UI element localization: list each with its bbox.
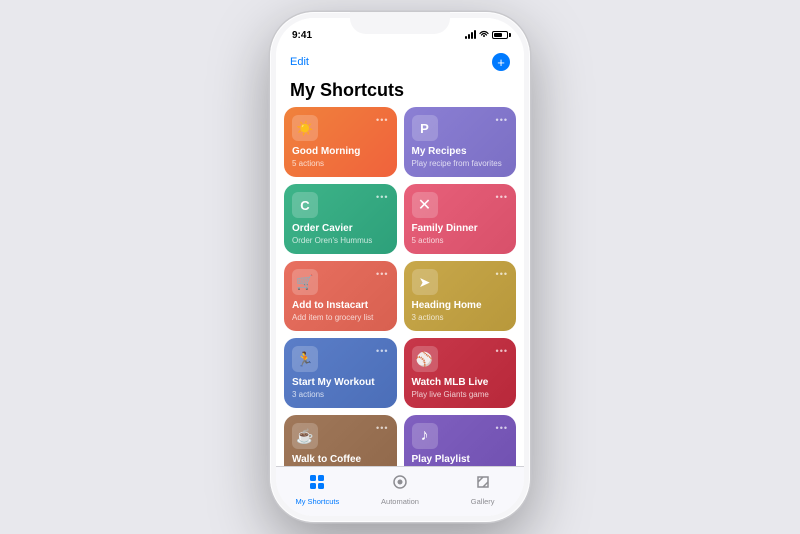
tab-automation[interactable]: Automation <box>359 474 442 506</box>
playlist-icon: ♪ <box>412 423 438 449</box>
my-recipes-more[interactable]: ••• <box>496 115 508 125</box>
shortcut-card-start-workout[interactable]: 🏃 ••• Start My Workout 3 actions <box>284 338 397 408</box>
status-time: 9:41 <box>292 30 312 41</box>
instacart-more[interactable]: ••• <box>376 269 388 279</box>
coffee-icon: ☕ <box>292 423 318 449</box>
order-cavier-subtitle: Order Oren's Hummus <box>292 236 389 246</box>
gallery-label: Gallery <box>471 497 495 506</box>
screen: 9:41 <box>276 18 524 516</box>
shortcut-card-order-cavier[interactable]: C ••• Order Cavier Order Oren's Hummus <box>284 184 397 254</box>
playlist-more[interactable]: ••• <box>496 423 508 433</box>
shortcut-card-mlb[interactable]: ⚾ ••• Watch MLB Live Play live Giants ga… <box>404 338 517 408</box>
family-dinner-title: Family Dinner <box>412 223 509 235</box>
mlb-icon: ⚾ <box>412 346 438 372</box>
instacart-title: Add to Instacart <box>292 300 389 312</box>
shortcut-card-heading-home[interactable]: ➤ ••• Heading Home 3 actions <box>404 261 517 331</box>
playlist-title: Play Playlist <box>412 454 509 466</box>
nav-bar: Edit + <box>276 46 524 78</box>
card-top: 🏃 ••• <box>292 346 389 372</box>
notch <box>350 12 450 34</box>
instacart-icon: 🛒 <box>292 269 318 295</box>
workout-subtitle: 3 actions <box>292 390 389 400</box>
shortcut-card-add-to-instacart[interactable]: 🛒 ••• Add to Instacart Add item to groce… <box>284 261 397 331</box>
phone-frame: 9:41 <box>270 12 530 522</box>
card-bottom: Start My Workout 3 actions <box>292 377 389 400</box>
instacart-subtitle: Add item to grocery list <box>292 313 389 323</box>
card-top: 🛒 ••• <box>292 269 389 295</box>
card-bottom: Add to Instacart Add item to grocery lis… <box>292 300 389 323</box>
coffee-title: Walk to Coffee <box>292 454 389 466</box>
shortcut-card-family-dinner[interactable]: ✕ ••• Family Dinner 5 actions <box>404 184 517 254</box>
gallery-icon <box>475 474 491 495</box>
card-top: ☕ ••• <box>292 423 389 449</box>
card-bottom: Watch MLB Live Play live Giants game <box>412 377 509 400</box>
mlb-subtitle: Play live Giants game <box>412 390 509 400</box>
heading-home-subtitle: 3 actions <box>412 313 509 323</box>
card-top: ➤ ••• <box>412 269 509 295</box>
good-morning-title: Good Morning <box>292 146 389 158</box>
signal-bars-icon <box>465 31 476 39</box>
battery-icon <box>492 31 508 39</box>
my-shortcuts-icon <box>309 474 325 495</box>
my-recipes-icon: P <box>412 115 438 141</box>
battery-fill <box>494 33 502 37</box>
tab-gallery[interactable]: Gallery <box>441 474 524 506</box>
card-top: ♪ ••• <box>412 423 509 449</box>
heading-home-title: Heading Home <box>412 300 509 312</box>
card-top: ✕ ••• <box>412 192 509 218</box>
card-top: ⚾ ••• <box>412 346 509 372</box>
shortcuts-grid: ☀️ ••• Good Morning 5 actions P ••• <box>284 107 516 466</box>
shortcut-card-good-morning[interactable]: ☀️ ••• Good Morning 5 actions <box>284 107 397 177</box>
shortcut-card-play-playlist[interactable]: ♪ ••• Play Playlist 1 action <box>404 415 517 466</box>
page-title: My Shortcuts <box>276 78 524 107</box>
family-dinner-icon: ✕ <box>412 192 438 218</box>
card-top: C ••• <box>292 192 389 218</box>
automation-icon <box>392 474 408 495</box>
mlb-title: Watch MLB Live <box>412 377 509 389</box>
edit-button[interactable]: Edit <box>290 56 309 68</box>
tab-bar: My Shortcuts Automation <box>276 466 524 516</box>
card-bottom: Good Morning 5 actions <box>292 146 389 169</box>
good-morning-icon: ☀️ <box>292 115 318 141</box>
my-shortcuts-label: My Shortcuts <box>295 497 339 506</box>
family-dinner-more[interactable]: ••• <box>496 192 508 202</box>
card-bottom: Play Playlist 1 action <box>412 454 509 466</box>
order-cavier-more[interactable]: ••• <box>376 192 388 202</box>
card-bottom: Walk to Coffee 3 actions <box>292 454 389 466</box>
card-bottom: Order Cavier Order Oren's Hummus <box>292 223 389 246</box>
workout-icon: 🏃 <box>292 346 318 372</box>
shortcut-card-walk-to-coffee[interactable]: ☕ ••• Walk to Coffee 3 actions <box>284 415 397 466</box>
status-icons <box>465 30 508 40</box>
card-top: P ••• <box>412 115 509 141</box>
heading-home-icon: ➤ <box>412 269 438 295</box>
card-bottom: My Recipes Play recipe from favorites <box>412 146 509 169</box>
tab-my-shortcuts[interactable]: My Shortcuts <box>276 474 359 506</box>
good-morning-more[interactable]: ••• <box>376 115 388 125</box>
wifi-icon <box>479 30 489 40</box>
add-shortcut-button[interactable]: + <box>492 53 510 71</box>
shortcut-card-my-recipes[interactable]: P ••• My Recipes Play recipe from favori… <box>404 107 517 177</box>
card-bottom: Family Dinner 5 actions <box>412 223 509 246</box>
my-recipes-title: My Recipes <box>412 146 509 158</box>
heading-home-more[interactable]: ••• <box>496 269 508 279</box>
family-dinner-subtitle: 5 actions <box>412 236 509 246</box>
card-bottom: Heading Home 3 actions <box>412 300 509 323</box>
mlb-more[interactable]: ••• <box>496 346 508 356</box>
coffee-more[interactable]: ••• <box>376 423 388 433</box>
card-top: ☀️ ••• <box>292 115 389 141</box>
good-morning-subtitle: 5 actions <box>292 159 389 169</box>
order-cavier-icon: C <box>292 192 318 218</box>
order-cavier-title: Order Cavier <box>292 223 389 235</box>
shortcuts-scroll: ☀️ ••• Good Morning 5 actions P ••• <box>276 107 524 466</box>
automation-label: Automation <box>381 497 419 506</box>
workout-title: Start My Workout <box>292 377 389 389</box>
my-recipes-subtitle: Play recipe from favorites <box>412 159 509 169</box>
workout-more[interactable]: ••• <box>376 346 388 356</box>
